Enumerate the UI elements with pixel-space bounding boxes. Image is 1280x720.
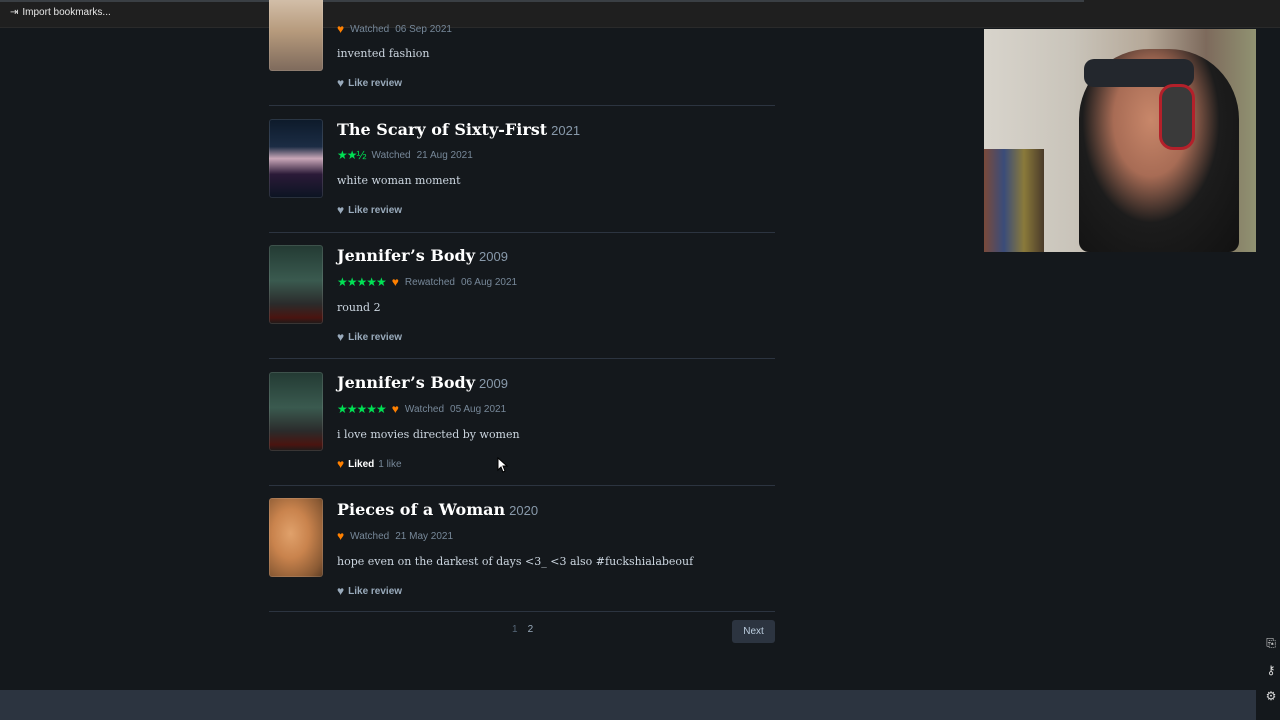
film-title[interactable]: Pieces of a Woman: [337, 500, 505, 519]
liked-heart-icon: ♥: [391, 402, 399, 416]
like-review-button[interactable]: ♥ Like review: [337, 330, 402, 344]
review-text: i love movies directed by women: [337, 428, 520, 441]
rating-stars: ★★½: [337, 148, 367, 162]
watch-status: Watched: [404, 403, 445, 415]
divider: [269, 232, 775, 233]
page-2-link[interactable]: 2: [528, 624, 534, 635]
watch-date[interactable]: 21 Aug 2021: [417, 150, 473, 161]
watch-date[interactable]: 05 Aug 2021: [450, 404, 506, 415]
heart-icon: ♥: [337, 584, 345, 598]
film-year[interactable]: 2021: [551, 123, 580, 138]
liked-heart-icon: ♥: [391, 275, 399, 289]
next-page-button[interactable]: Next: [732, 620, 775, 643]
bandana: [1084, 59, 1194, 87]
review-meta: ★★★★★ ♥ Watched 05 Aug 2021: [337, 402, 506, 416]
heart-icon: ♥: [337, 76, 345, 90]
film-year[interactable]: 2009: [479, 249, 508, 264]
import-bookmarks-button[interactable]: ⇥ Import bookmarks...: [10, 7, 111, 18]
film-poster[interactable]: [269, 498, 323, 577]
side-toolbar: ⎘ ⚷ ⚙: [1262, 636, 1280, 703]
liked-review-button[interactable]: ♥ Liked 1 like: [337, 457, 402, 471]
film-title[interactable]: The Scary of Sixty-First: [337, 120, 547, 139]
film-title[interactable]: Jennifer’s Body: [337, 373, 475, 392]
page-load-progress: [0, 0, 1084, 2]
liked-heart-icon: ♥: [337, 22, 345, 36]
film-poster[interactable]: [269, 119, 323, 198]
review-text: white woman moment: [337, 174, 461, 187]
film-poster[interactable]: [269, 372, 323, 451]
page-1-link[interactable]: 1: [512, 624, 518, 635]
film-title[interactable]: Jennifer’s Body: [337, 246, 475, 265]
like-review-button[interactable]: ♥ Like review: [337, 76, 402, 90]
rating-stars: ★★★★★: [337, 275, 387, 289]
film-title-line: Jennifer’s Body 2009: [337, 373, 508, 392]
film-title-line: The Scary of Sixty-First 2021: [337, 120, 580, 139]
review-meta: ★★½ Watched 21 Aug 2021: [337, 148, 473, 162]
headphones: [1159, 84, 1195, 150]
like-label: Like review: [348, 77, 403, 89]
film-year[interactable]: 2009: [479, 376, 508, 391]
film-poster[interactable]: [269, 0, 323, 71]
gear-icon[interactable]: ⚙: [1266, 689, 1277, 703]
like-label: Liked: [348, 458, 375, 470]
heart-icon: ♥: [337, 330, 345, 344]
scrollbar[interactable]: [1256, 28, 1280, 720]
review-meta: ♥ Watched 06 Sep 2021: [337, 22, 452, 36]
film-title-line: Pieces of a Woman 2020: [337, 500, 538, 519]
heart-icon: ♥: [337, 457, 345, 471]
divider: [269, 105, 775, 106]
review-meta: ★★★★★ ♥ Rewatched 06 Aug 2021: [337, 275, 517, 289]
heart-icon: ♥: [337, 203, 345, 217]
watch-date[interactable]: 06 Aug 2021: [461, 277, 517, 288]
import-icon: ⇥: [10, 7, 19, 18]
divider: [269, 358, 775, 359]
like-label: Like review: [348, 204, 403, 216]
watch-status: Rewatched: [404, 276, 455, 288]
pagination: 1 2: [512, 624, 533, 635]
site-footer: [0, 690, 1256, 720]
watch-status: Watched: [350, 23, 390, 35]
watch-date[interactable]: 21 May 2021: [395, 531, 453, 542]
watch-date[interactable]: 06 Sep 2021: [395, 24, 452, 35]
review-text: invented fashion: [337, 47, 430, 60]
film-title-line: Jennifer’s Body 2009: [337, 246, 508, 265]
import-bookmarks-label: Import bookmarks...: [22, 7, 111, 18]
bookmarks-bar: ⇥ Import bookmarks...: [0, 0, 1280, 28]
like-review-button[interactable]: ♥ Like review: [337, 584, 402, 598]
webcam-overlay: [984, 29, 1280, 252]
divider: [269, 485, 775, 486]
bookshelf: [984, 149, 1044, 252]
liked-heart-icon: ♥: [337, 529, 345, 543]
watch-status: Watched: [371, 149, 411, 161]
key-icon[interactable]: ⚷: [1267, 663, 1276, 677]
watch-status: Watched: [350, 530, 390, 542]
like-label: Like review: [348, 331, 403, 343]
film-poster[interactable]: [269, 245, 323, 324]
divider: [269, 611, 775, 612]
rating-stars: ★★★★★: [337, 402, 387, 416]
like-label: Like review: [348, 585, 403, 597]
like-review-button[interactable]: ♥ Like review: [337, 203, 402, 217]
film-year[interactable]: 2020: [509, 503, 538, 518]
review-text: round 2: [337, 301, 381, 314]
review-text: hope even on the darkest of days <3_ <3 …: [337, 555, 694, 568]
like-count[interactable]: 1 like: [378, 459, 401, 470]
review-meta: ♥ Watched 21 May 2021: [337, 529, 453, 543]
extension-icon[interactable]: ⎘: [1266, 636, 1276, 651]
